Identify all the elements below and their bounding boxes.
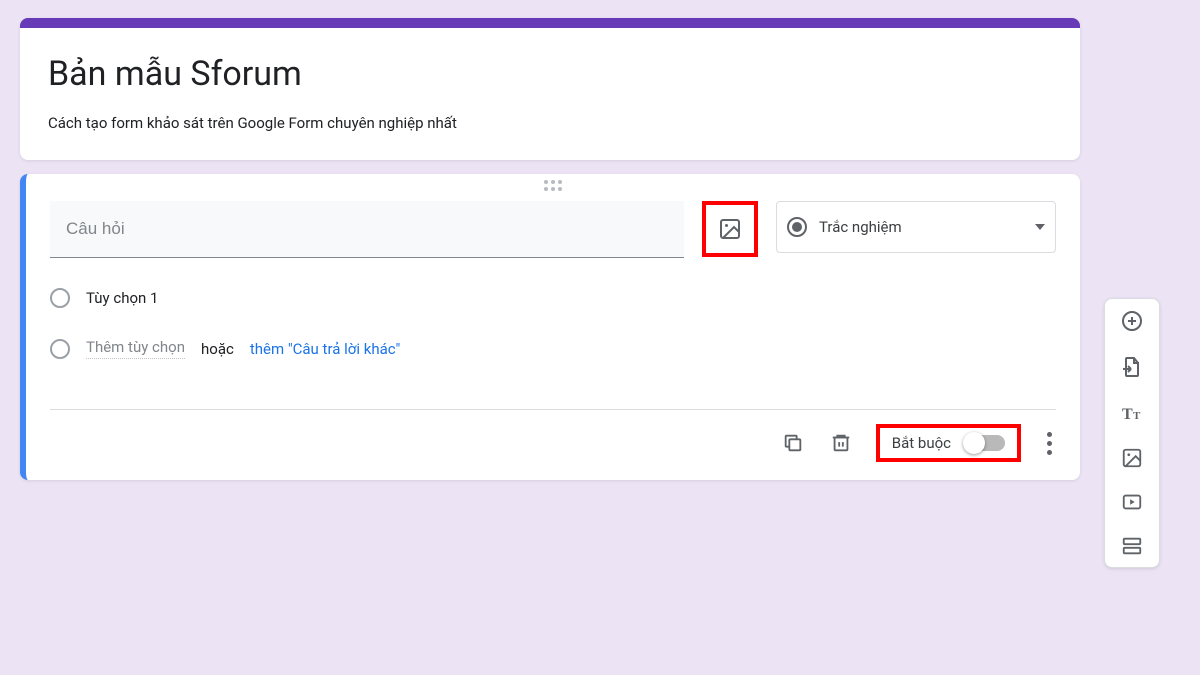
add-question-button[interactable]	[1120, 309, 1144, 333]
add-section-button[interactable]	[1121, 535, 1143, 557]
form-header-card: Bản mẫu Sforum Cách tạo form khảo sát tr…	[20, 18, 1080, 160]
question-type-dropdown[interactable]: Trắc nghiệm	[776, 201, 1056, 253]
question-card: Trắc nghiệm Tùy chọn 1 Thêm tùy chọn hoặ…	[20, 174, 1080, 480]
delete-button[interactable]	[828, 430, 854, 456]
duplicate-button[interactable]	[780, 430, 806, 456]
question-text-input[interactable]	[50, 201, 684, 258]
required-label: Bắt buộc	[892, 434, 951, 452]
option-label[interactable]: Tùy chọn 1	[86, 289, 158, 307]
plus-circle-icon	[1120, 309, 1144, 333]
required-toggle[interactable]	[965, 435, 1005, 451]
text-icon: TT	[1120, 401, 1144, 425]
radio-empty-icon	[50, 288, 70, 308]
drag-handle-icon[interactable]	[26, 174, 1080, 193]
form-title[interactable]: Bản mẫu Sforum	[48, 54, 1052, 94]
import-icon	[1120, 355, 1144, 379]
or-text: hoặc	[201, 340, 234, 358]
add-option-button[interactable]: Thêm tùy chọn	[86, 338, 185, 359]
section-icon	[1121, 535, 1143, 557]
image-icon	[718, 217, 742, 241]
option-row[interactable]: Tùy chọn 1	[50, 288, 1056, 308]
required-toggle-group: Bắt buộc	[876, 424, 1021, 462]
chevron-down-icon	[1035, 224, 1045, 230]
add-video-button[interactable]	[1121, 491, 1143, 513]
import-questions-button[interactable]	[1120, 355, 1144, 379]
copy-icon	[782, 432, 804, 454]
add-image-button[interactable]	[1121, 447, 1143, 469]
video-icon	[1121, 491, 1143, 513]
radio-icon	[787, 217, 807, 237]
add-option-row: Thêm tùy chọn hoặc thêm "Câu trả lời khá…	[50, 338, 1056, 359]
radio-empty-icon	[50, 339, 70, 359]
svg-text:T: T	[1133, 410, 1141, 422]
svg-text:T: T	[1122, 406, 1133, 423]
question-type-label: Trắc nghiệm	[819, 218, 1023, 236]
add-other-button[interactable]: thêm "Câu trả lời khác"	[250, 340, 400, 358]
side-toolbar: TT	[1104, 298, 1160, 568]
add-title-button[interactable]: TT	[1120, 401, 1144, 425]
trash-icon	[830, 432, 852, 454]
more-options-button[interactable]	[1043, 432, 1056, 455]
image-icon	[1121, 447, 1143, 469]
form-description[interactable]: Cách tạo form khảo sát trên Google Form …	[48, 114, 1052, 132]
add-question-image-button[interactable]	[702, 201, 758, 257]
